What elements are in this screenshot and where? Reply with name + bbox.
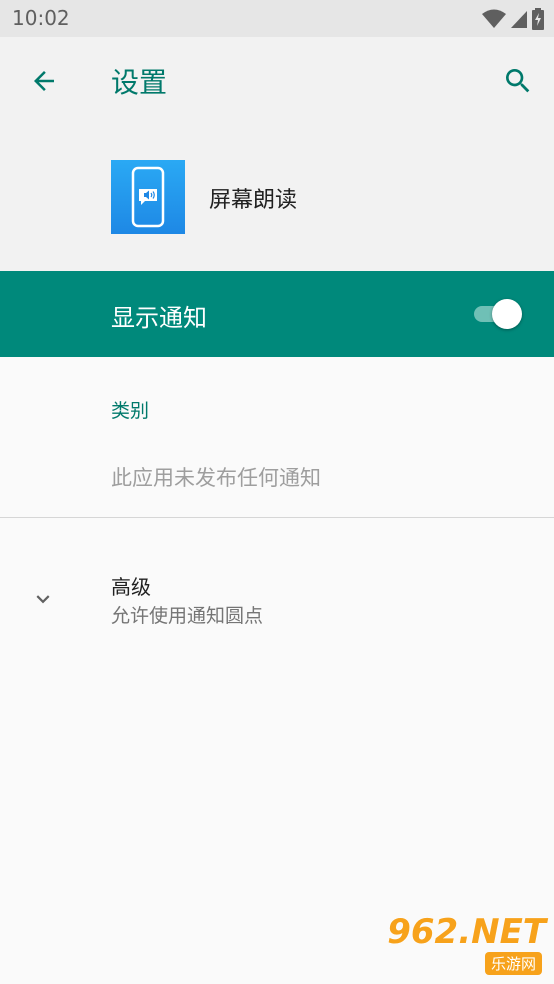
search-icon bbox=[506, 69, 530, 93]
arrow-back-icon bbox=[34, 71, 54, 91]
divider bbox=[0, 517, 554, 518]
top-app-bar: 设置 bbox=[0, 37, 554, 125]
search-button[interactable] bbox=[500, 63, 536, 99]
no-notifications-message: 此应用未发布任何通知 bbox=[111, 466, 321, 490]
phone-speaker-icon bbox=[131, 166, 165, 228]
watermark-logo: 962.NET 乐游网 bbox=[387, 912, 546, 982]
watermark-text: 962.NET bbox=[387, 912, 546, 952]
show-notifications-label: 显示通知 bbox=[111, 304, 207, 332]
show-notifications-row[interactable]: 显示通知 bbox=[0, 271, 554, 357]
advanced-subtitle: 允许使用通知圆点 bbox=[111, 605, 264, 627]
app-header: 屏幕朗读 bbox=[0, 125, 554, 271]
back-button[interactable] bbox=[26, 63, 62, 99]
status-bar: 10:02 bbox=[0, 0, 554, 37]
categories-header: 类别 bbox=[111, 400, 150, 422]
advanced-row[interactable]: 高级 允许使用通知圆点 bbox=[0, 558, 554, 644]
chevron-down-icon bbox=[36, 595, 50, 604]
show-notifications-switch[interactable] bbox=[472, 299, 526, 329]
advanced-title: 高级 bbox=[111, 575, 151, 599]
status-time: 10:02 bbox=[12, 6, 70, 30]
watermark-subtext: 乐游网 bbox=[484, 952, 542, 975]
battery-charging-icon bbox=[532, 8, 544, 30]
switch-thumb bbox=[492, 299, 522, 329]
page-title: 设置 bbox=[111, 66, 168, 99]
app-name: 屏幕朗读 bbox=[209, 188, 298, 213]
app-icon bbox=[111, 160, 185, 234]
status-icons bbox=[482, 8, 544, 30]
wifi-icon bbox=[482, 9, 506, 28]
cellular-signal-icon bbox=[511, 11, 527, 28]
